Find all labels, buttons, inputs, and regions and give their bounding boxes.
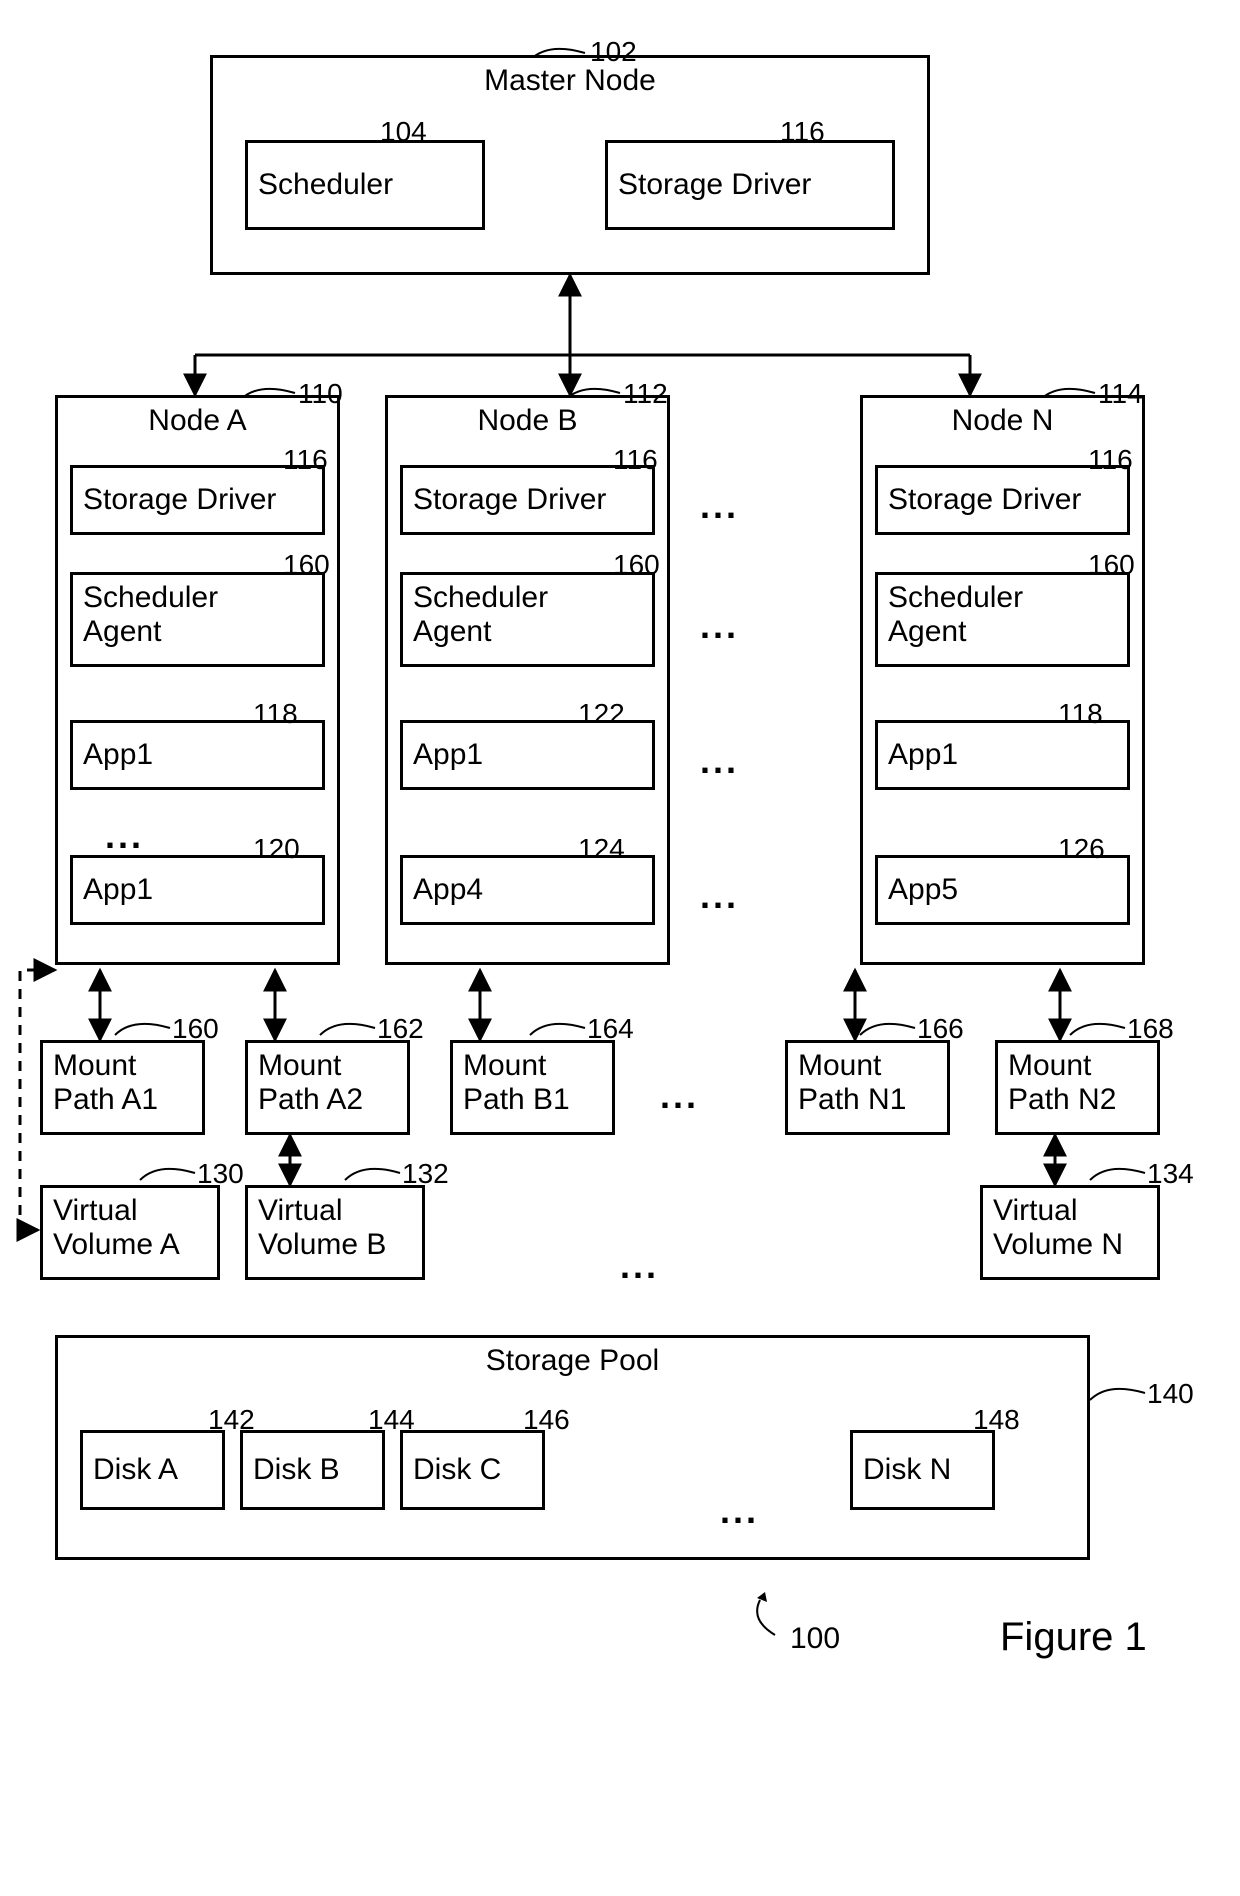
ref-node-n-app2: 126 <box>1058 833 1105 865</box>
mount-a2: Mount Path A2 <box>245 1040 410 1135</box>
node-a-app1-label: App1 <box>83 738 153 772</box>
ref-node-a-app1: 118 <box>253 698 298 730</box>
col-ell-4: ... <box>700 875 739 917</box>
mount-n1-label: Mount Path N1 <box>798 1049 906 1117</box>
mount-b1: Mount Path B1 <box>450 1040 615 1135</box>
ref-master: 102 <box>590 36 637 68</box>
disk-b-label: Disk B <box>253 1453 340 1487</box>
node-a-ellipsis: ... <box>105 815 144 857</box>
node-b-sd-label: Storage Driver <box>413 483 606 517</box>
ref-disk-c: 146 <box>523 1404 570 1436</box>
ref-mount-a1: 160 <box>172 1013 219 1045</box>
ref-storage-driver-master: 116 <box>780 116 825 148</box>
disk-a: Disk A <box>80 1430 225 1510</box>
ref-node-a-sd: 116 <box>283 444 328 476</box>
ref-node-b-sa: 160 <box>613 549 660 581</box>
node-n-app1: App1 <box>875 720 1130 790</box>
ref-node-b-sd: 116 <box>613 444 658 476</box>
disk-b: Disk B <box>240 1430 385 1510</box>
volume-b-label: Virtual Volume B <box>258 1194 386 1262</box>
disk-c: Disk C <box>400 1430 545 1510</box>
mount-a2-label: Mount Path A2 <box>258 1049 363 1117</box>
ref-storage-pool: 140 <box>1147 1378 1194 1410</box>
node-b-app2: App4 <box>400 855 655 925</box>
node-a-scheduler-agent: Scheduler Agent <box>70 572 325 667</box>
node-a-title: Node A <box>58 404 337 438</box>
node-b-scheduler-agent: Scheduler Agent <box>400 572 655 667</box>
ref-mount-a2: 162 <box>377 1013 424 1045</box>
ref-node-b-app2: 124 <box>578 833 625 865</box>
ref-mount-n1: 166 <box>917 1013 964 1045</box>
disk-n: Disk N <box>850 1430 995 1510</box>
disk-n-label: Disk N <box>863 1453 951 1487</box>
node-n-app2-label: App5 <box>888 873 958 907</box>
ref-node-n: 114 <box>1098 378 1143 410</box>
mount-n2: Mount Path N2 <box>995 1040 1160 1135</box>
storage-driver-master-label: Storage Driver <box>618 168 811 202</box>
mount-n1: Mount Path N1 <box>785 1040 950 1135</box>
node-b-sa-label: Scheduler Agent <box>413 581 548 649</box>
ref-node-a-app2: 120 <box>253 833 300 865</box>
vol-ellipsis: ... <box>620 1245 659 1287</box>
volume-b: Virtual Volume B <box>245 1185 425 1280</box>
node-n-sa-label: Scheduler Agent <box>888 581 1023 649</box>
mount-a1: Mount Path A1 <box>40 1040 205 1135</box>
ref-node-b-app1: 122 <box>578 698 625 730</box>
ref-node-n-sa: 160 <box>1088 549 1135 581</box>
ref-vol-b: 132 <box>402 1158 449 1190</box>
col-ell-3: ... <box>700 740 739 782</box>
col-ell-2: ... <box>700 605 739 647</box>
figure-label: Figure 1 <box>1000 1615 1147 1660</box>
node-a-schedagent-label: Scheduler Agent <box>83 581 218 649</box>
ref-system: 100 <box>790 1622 840 1656</box>
mount-a1-label: Mount Path A1 <box>53 1049 158 1117</box>
storage-driver-master-box: Storage Driver <box>605 140 895 230</box>
ref-node-n-app1: 118 <box>1058 698 1103 730</box>
mount-b1-label: Mount Path B1 <box>463 1049 570 1117</box>
node-n-scheduler-agent: Scheduler Agent <box>875 572 1130 667</box>
storage-pool-title: Storage Pool <box>58 1344 1087 1378</box>
disk-c-label: Disk C <box>413 1453 501 1487</box>
ref-scheduler: 104 <box>380 116 427 148</box>
node-a-app2-label: App1 <box>83 873 153 907</box>
ref-vol-a: 130 <box>197 1158 244 1190</box>
node-n-app1-label: App1 <box>888 738 958 772</box>
volume-a: Virtual Volume A <box>40 1185 220 1280</box>
volume-a-label: Virtual Volume A <box>53 1194 180 1262</box>
node-b-app1-label: App1 <box>413 738 483 772</box>
mount-ellipsis: ... <box>660 1075 699 1117</box>
ref-node-b: 112 <box>623 378 668 410</box>
ref-mount-n2: 168 <box>1127 1013 1174 1045</box>
ref-node-a: 110 <box>298 378 343 410</box>
node-a-storage-driver-label: Storage Driver <box>83 483 276 517</box>
mount-n2-label: Mount Path N2 <box>1008 1049 1116 1117</box>
disk-a-label: Disk A <box>93 1453 178 1487</box>
node-b-app2-label: App4 <box>413 873 483 907</box>
node-a-app2: App1 <box>70 855 325 925</box>
scheduler-box: Scheduler <box>245 140 485 230</box>
node-n-app2: App5 <box>875 855 1130 925</box>
col-ell-1: ... <box>700 485 739 527</box>
ref-disk-n: 148 <box>973 1404 1020 1436</box>
ref-mount-b1: 164 <box>587 1013 634 1045</box>
volume-n: Virtual Volume N <box>980 1185 1160 1280</box>
scheduler-label: Scheduler <box>258 168 393 202</box>
node-a-app1: App1 <box>70 720 325 790</box>
ref-node-a-sa: 160 <box>283 549 330 581</box>
ref-node-n-sd: 116 <box>1088 444 1133 476</box>
volume-n-label: Virtual Volume N <box>993 1194 1123 1262</box>
master-node-title: Master Node <box>213 64 927 98</box>
disk-ellipsis: ... <box>720 1490 759 1532</box>
ref-vol-n: 134 <box>1147 1158 1194 1190</box>
node-n-sd-label: Storage Driver <box>888 483 1081 517</box>
node-b-app1: App1 <box>400 720 655 790</box>
